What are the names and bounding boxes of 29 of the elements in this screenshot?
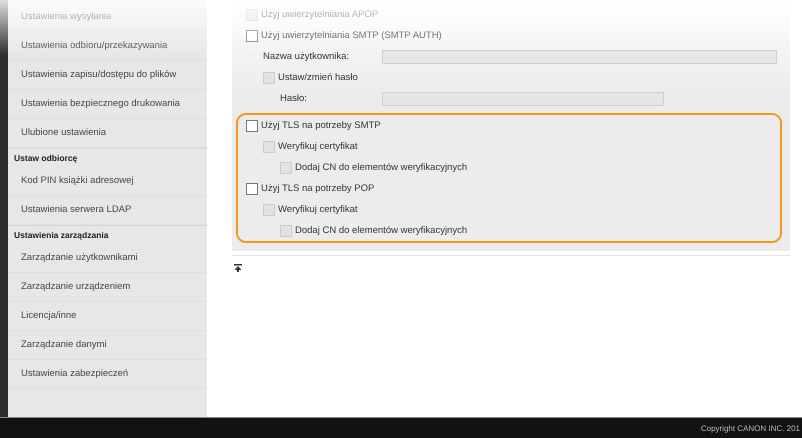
checkbox[interactable] — [246, 120, 258, 132]
sidebar-header: Ustaw odbiorcę — [8, 148, 207, 167]
sidebar-item[interactable]: Ustawienia serwera LDAP — [8, 196, 207, 225]
sidebar-item[interactable]: Ustawienia zapisu/dostępu do plików — [8, 61, 207, 90]
checkbox[interactable] — [246, 30, 258, 42]
sidebar-item[interactable]: Zarządzanie urządzeniem — [8, 273, 207, 302]
checkbox-label: Użyj TLS na potrzeby SMTP — [261, 120, 381, 131]
sidebar-header: Ustawienia zarządzania — [8, 225, 207, 244]
sidebar-item[interactable]: Ustawienia bezpiecznego drukowania — [8, 90, 207, 119]
checkbox-label: Weryfikuj certyfikat — [278, 141, 358, 152]
sidebar-item[interactable]: Zarządzanie użytkownikami — [8, 244, 207, 273]
sidebar-item[interactable]: Ustawienia zabezpieczeń — [8, 360, 207, 389]
checkbox-label: Weryfikuj certyfikat — [278, 204, 358, 215]
field-label: Nazwa użytkownika: — [263, 51, 350, 62]
copyright-text: Copyright CANON INC. 201 — [700, 424, 801, 432]
checkbox-label: Użyj TLS na potrzeby POP — [261, 183, 374, 194]
sidebar-item[interactable]: Licencja/inne — [8, 302, 207, 331]
sidebar-item[interactable]: Zarządzanie danymi — [8, 331, 207, 360]
checkbox-label: Użyj uwierzytelniania APOP — [261, 9, 378, 20]
scroll-to-top-icon[interactable] — [234, 264, 242, 272]
checkbox[interactable] — [246, 182, 258, 194]
checkbox-label: Ustaw/zmień hasło — [278, 72, 358, 83]
checkbox-label: Dodaj CN do elementów weryfikacyjnych — [295, 162, 468, 173]
checkbox-label: Dodaj CN do elementów weryfikacyjnych — [295, 225, 468, 236]
checkbox-label: Użyj uwierzytelniania SMTP (SMTP AUTH) — [261, 30, 442, 41]
sidebar-item[interactable]: Ulubione ustawienia — [8, 119, 207, 148]
field-label: Hasło: — [280, 93, 308, 104]
sidebar-item[interactable]: Kod PIN książki adresowej — [8, 167, 207, 196]
sidebar-item[interactable]: Ustawienia odbioru/przekazywania — [8, 32, 207, 61]
